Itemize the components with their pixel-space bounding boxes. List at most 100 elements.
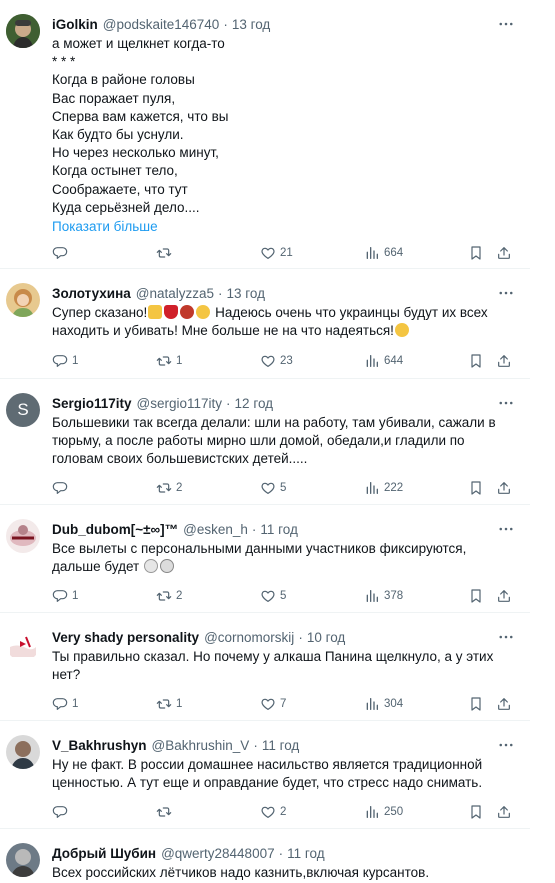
author-name[interactable]: V_Bakhrushyn — [52, 738, 147, 753]
reply-button[interactable]: 1 — [52, 588, 78, 604]
views-button[interactable]: 378 — [364, 588, 403, 604]
share-button[interactable] — [496, 480, 512, 496]
avatar[interactable]: S — [6, 393, 40, 427]
bookmark-button[interactable] — [468, 480, 484, 496]
reply-post[interactable]: Very shady personality @cornomorskij · 1… — [0, 613, 530, 721]
views-button[interactable]: 644 — [364, 353, 403, 369]
bookmark-button[interactable] — [468, 804, 484, 820]
heart-icon — [260, 480, 276, 496]
scrollbar[interactable] — [530, 0, 555, 883]
share-button[interactable] — [496, 696, 512, 712]
retweet-icon — [156, 588, 172, 604]
retweet-button[interactable]: 2 — [156, 480, 182, 496]
bookmark-button[interactable] — [468, 696, 484, 712]
reply-post[interactable]: S Sergio117ity @sergio117ity · 12 год Бо… — [0, 379, 530, 505]
author-name[interactable]: Добрый Шубин — [52, 846, 156, 861]
post-time[interactable]: 11 год — [287, 846, 324, 861]
reply-post[interactable]: iGolkin @podskaite146740 · 13 год а може… — [0, 0, 530, 269]
bookmark-button[interactable] — [468, 353, 484, 369]
share-button[interactable] — [496, 804, 512, 820]
show-more-link[interactable]: Показати більше — [52, 218, 518, 236]
share-button[interactable] — [496, 353, 512, 369]
like-count: 5 — [280, 590, 287, 602]
post-time[interactable]: 10 год — [307, 630, 345, 645]
like-count: 23 — [280, 355, 293, 367]
reply-button[interactable] — [52, 480, 72, 496]
like-button[interactable]: 5 — [260, 480, 286, 496]
retweet-icon — [156, 804, 172, 820]
author-name[interactable]: Dub_dubom[~±∞]™ — [52, 522, 178, 537]
reply-post[interactable]: V_Bakhrushyn @Bakhrushin_V · 11 год Ну н… — [0, 721, 530, 829]
retweet-icon — [156, 353, 172, 369]
post-text-part: Все вылеты с персональными данными участ… — [52, 541, 467, 575]
reply-post[interactable]: Золотухина @natalyzza5 · 13 год Супер ск… — [0, 269, 530, 379]
like-button[interactable]: 23 — [260, 353, 293, 369]
retweet-button[interactable] — [156, 245, 176, 261]
more-icon[interactable] — [494, 519, 518, 539]
author-name[interactable]: Very shady personality — [52, 630, 199, 645]
more-icon[interactable] — [494, 735, 518, 755]
retweet-count: 1 — [176, 355, 183, 367]
like-button[interactable]: 21 — [260, 245, 293, 261]
more-icon[interactable] — [494, 14, 518, 34]
author-handle[interactable]: @Bakhrushin_V — [152, 738, 250, 753]
post-time[interactable]: 13 год — [227, 286, 265, 301]
share-icon — [496, 480, 512, 496]
views-button[interactable]: 250 — [364, 804, 403, 820]
views-button[interactable]: 222 — [364, 480, 403, 496]
like-button[interactable]: 7 — [260, 696, 286, 712]
post-time[interactable]: 13 год — [232, 17, 270, 32]
author-handle[interactable]: @esken_h — [183, 522, 248, 537]
retweet-button[interactable]: 1 — [156, 353, 182, 369]
avatar[interactable] — [6, 735, 40, 769]
more-icon[interactable] — [494, 627, 518, 647]
retweet-button[interactable] — [156, 804, 176, 820]
reply-post[interactable]: Dub_dubom[~±∞]™ @esken_h · 11 год Все вы… — [0, 505, 530, 613]
author-handle[interactable]: @natalyzza5 — [136, 286, 214, 301]
author-handle[interactable]: @qwerty28448007 — [161, 846, 275, 861]
view-count: 222 — [384, 482, 404, 494]
like-count: 2 — [280, 806, 287, 818]
heart-icon — [260, 696, 276, 712]
more-icon[interactable] — [494, 393, 518, 413]
bookmark-button[interactable] — [468, 245, 484, 261]
reply-button[interactable] — [52, 804, 72, 820]
more-icon[interactable] — [494, 283, 518, 303]
avatar[interactable] — [6, 627, 40, 661]
bookmark-button[interactable] — [468, 588, 484, 604]
reply-button[interactable]: 1 — [52, 353, 78, 369]
reply-button[interactable]: 1 — [52, 696, 78, 712]
post-time[interactable]: 12 год — [235, 396, 273, 411]
retweet-button[interactable]: 1 — [156, 696, 182, 712]
author-name[interactable]: iGolkin — [52, 17, 98, 32]
avatar[interactable] — [6, 843, 40, 877]
author-name[interactable]: Золотухина — [52, 286, 131, 301]
bar-chart-icon — [364, 353, 380, 369]
avatar[interactable] — [6, 14, 40, 48]
reply-post[interactable]: Добрый Шубин @qwerty28448007 · 11 год Вс… — [0, 829, 530, 883]
author-name[interactable]: Sergio117ity — [52, 396, 132, 411]
like-button[interactable]: 2 — [260, 804, 286, 820]
views-button[interactable]: 664 — [364, 245, 403, 261]
author-handle[interactable]: @cornomorskij — [204, 630, 294, 645]
reply-feed: iGolkin @podskaite146740 · 13 год а може… — [0, 0, 530, 883]
post-time[interactable]: 11 год — [262, 738, 299, 753]
bookmark-icon — [468, 588, 484, 604]
reply-button[interactable] — [52, 245, 72, 261]
views-button[interactable]: 304 — [364, 696, 403, 712]
post-time[interactable]: 11 год — [260, 522, 297, 537]
ghost-emoji-icon — [144, 559, 158, 574]
author-handle[interactable]: @sergio117ity — [137, 396, 223, 411]
retweet-button[interactable]: 2 — [156, 588, 182, 604]
heart-icon — [260, 588, 276, 604]
share-button[interactable] — [496, 245, 512, 261]
share-icon — [496, 245, 512, 261]
reply-count: 1 — [72, 355, 79, 367]
avatar[interactable] — [6, 519, 40, 553]
skull-crossbones-emoji-icon — [160, 559, 174, 574]
author-handle[interactable]: @podskaite146740 — [103, 17, 220, 32]
speech-bubble-icon — [52, 696, 68, 712]
share-button[interactable] — [496, 588, 512, 604]
like-button[interactable]: 5 — [260, 588, 286, 604]
avatar[interactable] — [6, 283, 40, 317]
